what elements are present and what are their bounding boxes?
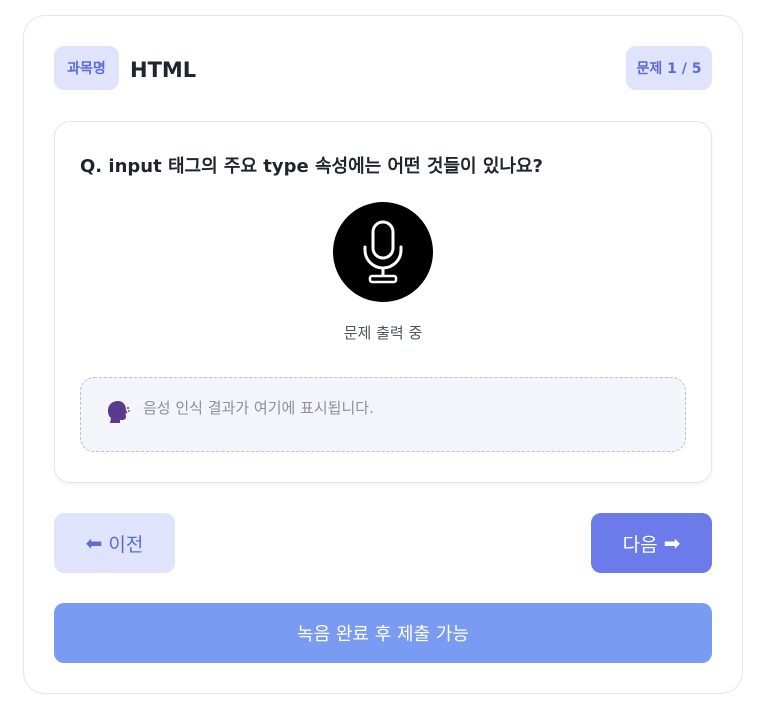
transcript-placeholder: 음성 인식 결과가 여기에 표시됩니다.: [143, 398, 374, 417]
next-button[interactable]: 다음 ➡: [591, 513, 712, 573]
speaking-head-icon: [104, 399, 130, 425]
arrow-right-icon: ➡: [663, 531, 681, 555]
submit-button-label: 녹음 완료 후 제출 가능: [297, 624, 469, 645]
subject-badge: 과목명: [54, 46, 119, 90]
microphone-icon: [363, 220, 403, 284]
submit-button[interactable]: 녹음 완료 후 제출 가능: [54, 603, 712, 663]
microphone-button[interactable]: [333, 202, 433, 302]
subject-name: HTML: [130, 58, 197, 82]
previous-button[interactable]: ⬅ 이전: [54, 513, 175, 573]
arrow-left-icon: ⬅: [85, 531, 103, 555]
mic-status-text: 문제 출력 중: [343, 324, 423, 342]
question-progress-badge: 문제 1 / 5: [626, 46, 712, 90]
previous-button-label: 이전: [108, 533, 144, 556]
question-text: Q. input 태그의 주요 type 속성에는 어떤 것들이 있나요?: [80, 156, 543, 177]
next-button-label: 다음: [622, 533, 658, 556]
